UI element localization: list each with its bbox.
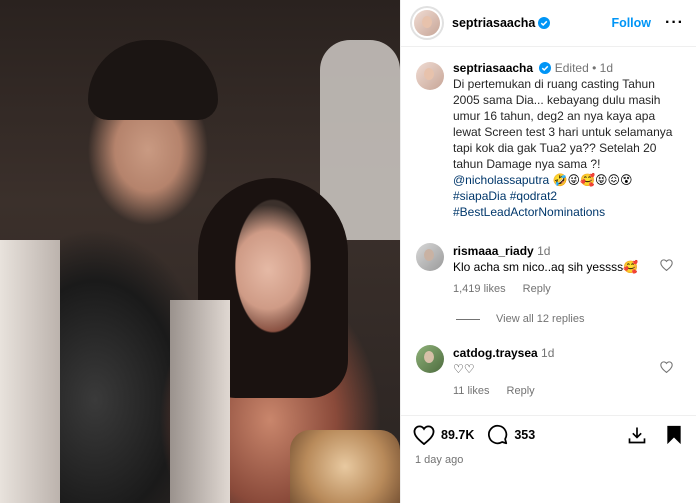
- comment-icon: [488, 424, 508, 445]
- caption-username[interactable]: septriasaacha: [453, 61, 533, 75]
- comment-text: Klo acha sm nico..aq sih yessss🥰: [453, 260, 639, 274]
- heart-icon[interactable]: [660, 259, 673, 271]
- comment-item: rismaaa_riady 1d Klo acha sm nico..aq si…: [401, 243, 696, 297]
- comment-likes[interactable]: 1,419 likes: [453, 283, 506, 295]
- hashtag-link[interactable]: #BestLeadActorNominations: [453, 205, 605, 219]
- reply-button[interactable]: Reply: [523, 283, 551, 295]
- post-header: septriasaacha Follow ···: [401, 0, 696, 47]
- comment-time[interactable]: 1d: [537, 244, 550, 258]
- separator-dot: •: [592, 61, 597, 75]
- save-bookmark-icon[interactable]: [665, 425, 683, 445]
- comment-item: catdog.traysea 1d ♡♡ 11 likes Reply: [401, 345, 696, 399]
- view-replies-button[interactable]: View all 12 replies: [401, 313, 696, 325]
- photo-detail: [290, 430, 400, 503]
- comment-text: ♡♡: [453, 362, 475, 376]
- author-username[interactable]: septriasaacha: [452, 16, 535, 30]
- post-photo[interactable]: [0, 0, 400, 503]
- heart-icon[interactable]: [660, 361, 673, 373]
- verified-badge-icon: [539, 62, 552, 74]
- comment-button[interactable]: 353: [487, 424, 535, 445]
- share-download-icon[interactable]: [627, 425, 647, 445]
- comments-scrollbar[interactable]: [692, 0, 696, 412]
- comment-avatar[interactable]: [416, 243, 444, 271]
- post-actions-bar: 89.7K 353: [401, 415, 696, 453]
- mention-link[interactable]: @nicholassaputra: [453, 173, 549, 187]
- likes-count: 89.7K: [441, 427, 475, 442]
- more-options-icon[interactable]: ···: [665, 15, 684, 31]
- view-replies-label: View all 12 replies: [496, 313, 585, 325]
- photo-detail: [0, 240, 60, 503]
- photo-detail: [88, 40, 218, 120]
- verified-badge-icon: [538, 17, 551, 29]
- comments-list[interactable]: septriasaacha Edited • 1d Di pertemukan …: [401, 48, 696, 412]
- heart-icon: [413, 424, 435, 445]
- hashtag-link[interactable]: #qodrat2: [510, 189, 557, 203]
- edited-label: Edited: [554, 61, 589, 75]
- comment-username[interactable]: catdog.traysea: [453, 346, 538, 360]
- hashtag-link[interactable]: #siapaDia: [453, 189, 506, 203]
- comment-likes[interactable]: 11 likes: [453, 385, 489, 397]
- post-side-panel: septriasaacha Follow ··· septriasaacha E…: [400, 0, 696, 503]
- reply-button[interactable]: Reply: [507, 385, 535, 397]
- caption-text: Di pertemukan di ruang casting Tahun 200…: [453, 77, 673, 171]
- comment-username[interactable]: rismaaa_riady: [453, 244, 534, 258]
- like-button[interactable]: 89.7K: [413, 424, 475, 445]
- comment-avatar[interactable]: [416, 345, 444, 373]
- comments-count: 353: [514, 427, 536, 442]
- photo-detail: [170, 300, 230, 503]
- comment-time[interactable]: 1d: [541, 346, 554, 360]
- author-avatar[interactable]: [414, 10, 440, 36]
- follow-button[interactable]: Follow: [611, 16, 651, 30]
- caption-emojis: 🤣😜🥰😝😖😵: [552, 173, 633, 187]
- caption-time[interactable]: 1d: [600, 61, 613, 75]
- divider: [456, 318, 480, 320]
- post-timestamp[interactable]: 1 day ago: [415, 454, 463, 466]
- caption-avatar[interactable]: [416, 62, 444, 90]
- caption: septriasaacha Edited • 1d Di pertemukan …: [401, 48, 696, 220]
